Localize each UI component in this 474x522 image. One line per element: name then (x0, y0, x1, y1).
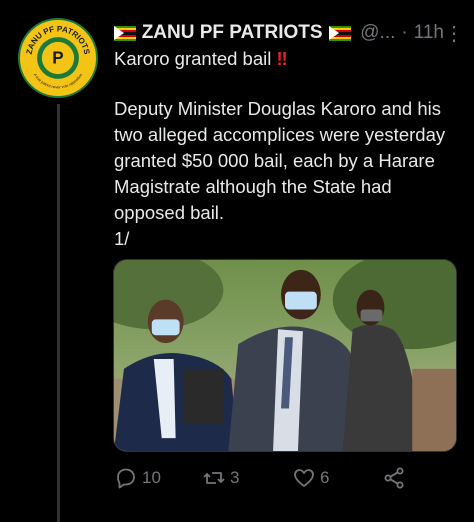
account-handle[interactable]: @... (360, 22, 395, 44)
avatar[interactable]: ZANU PF PATRIOTS A true patriot never vo… (18, 18, 98, 98)
heart-icon (294, 469, 314, 487)
svg-text:P: P (52, 49, 63, 68)
more-vertical-icon[interactable]: ⋮ (444, 21, 464, 46)
tweet-body: Deputy Minister Douglas Karoro and his t… (114, 98, 446, 223)
zanu-pf-patriots-logo: ZANU PF PATRIOTS A true patriot never vo… (20, 20, 96, 96)
retweet-icon (203, 472, 225, 484)
account-name[interactable]: ZANU PF PATRIOTS (142, 22, 323, 44)
tweet-header: ZANU PF PATRIOTS @... · 11h ⋮ (114, 18, 464, 48)
separator-dot: · (401, 22, 408, 43)
thread-line (57, 104, 60, 522)
thread-marker: 1/ (114, 228, 130, 249)
retweet-button[interactable]: 3 (202, 466, 239, 490)
reply-count: 10 (142, 468, 161, 487)
timestamp[interactable]: 11h (414, 22, 444, 44)
like-button[interactable]: 6 (292, 466, 329, 490)
tweet-photo[interactable] (113, 259, 457, 452)
tweet-text: Karoro granted bail ‼ Deputy Minister Do… (114, 46, 466, 252)
news-photo (114, 260, 456, 451)
double-exclamation-icon: ‼ (276, 48, 288, 69)
tweet-actions: 10 3 6 (114, 466, 434, 496)
reply-icon (117, 468, 135, 489)
retweet-count: 3 (230, 468, 240, 487)
reply-button[interactable]: 10 (114, 466, 161, 490)
share-icon (384, 467, 404, 489)
zimbabwe-flag-icon (114, 25, 136, 41)
zimbabwe-flag-icon (328, 25, 351, 41)
like-count: 6 (320, 468, 330, 487)
tweet-headline: Karoro granted bail (114, 48, 272, 69)
share-button[interactable] (382, 466, 410, 490)
